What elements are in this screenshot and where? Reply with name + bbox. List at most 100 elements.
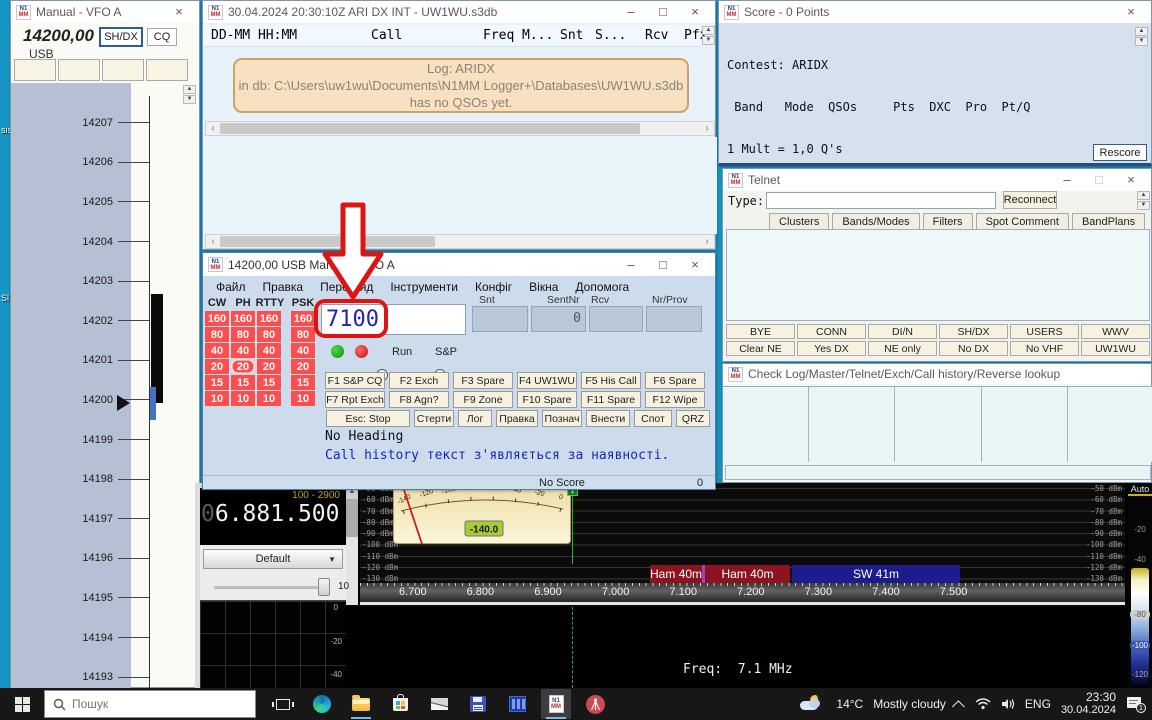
score-spinner[interactable]: ▲▼ bbox=[1135, 27, 1148, 46]
band-button[interactable]: 20 bbox=[205, 359, 229, 374]
file-explorer-icon[interactable] bbox=[346, 689, 376, 719]
rescore-button[interactable]: Rescore bbox=[1093, 144, 1147, 161]
band-button[interactable]: 20 bbox=[291, 359, 315, 374]
bandmap-frequency-row[interactable]: 14203 bbox=[13, 261, 149, 301]
score-titlebar[interactable]: N1MM Score - 0 Points × bbox=[719, 1, 1151, 23]
band-button[interactable]: 10 bbox=[205, 391, 229, 406]
band-button[interactable]: 40 bbox=[257, 343, 281, 358]
band-button[interactable]: 40 bbox=[205, 343, 229, 358]
band-button[interactable]: 15 bbox=[257, 375, 281, 390]
bandmap-frequency-row[interactable]: 14194 bbox=[13, 618, 149, 658]
telnet-buttons-row2[interactable]: Clear NEYes DXNE onlyNo DXNo VHFUW1WU bbox=[726, 341, 1150, 356]
bandmap-frequency-row[interactable]: 14193 bbox=[13, 657, 149, 689]
cq-button[interactable]: CQ bbox=[147, 28, 177, 46]
rcv-field[interactable] bbox=[589, 306, 643, 332]
fkey-button[interactable]: F10 Spare bbox=[517, 391, 577, 408]
sp-label[interactable]: S&P bbox=[435, 346, 457, 358]
profile-dropdown[interactable]: Default ▼ bbox=[203, 549, 343, 569]
edge-browser-icon[interactable] bbox=[307, 689, 337, 719]
slider-handle[interactable] bbox=[318, 578, 330, 596]
log-scrollbar-2[interactable]: ‹ › bbox=[205, 234, 715, 249]
fkey-button[interactable]: F4 UW1WU bbox=[517, 372, 577, 389]
bandmap-frequency-row[interactable]: 14197 bbox=[13, 499, 149, 539]
spectrum-panel[interactable]: -50 dBm-60 dBm-70 dBm-80 dBm-90 dBm-100 … bbox=[360, 483, 1125, 607]
band-button[interactable]: 160 bbox=[205, 311, 229, 326]
menu-file[interactable]: Файл bbox=[216, 280, 246, 294]
bandmap-frequency-row[interactable]: 14201 bbox=[13, 341, 149, 381]
mail-icon[interactable] bbox=[424, 689, 454, 719]
floppy-save-icon[interactable] bbox=[463, 689, 493, 719]
telnet-command-button[interactable]: No VHF bbox=[1010, 341, 1079, 356]
volume-slider[interactable]: 10 bbox=[200, 575, 346, 601]
bandmap-frequency-row[interactable]: 14198 bbox=[13, 459, 149, 499]
blue-grid-app-icon[interactable] bbox=[502, 689, 532, 719]
action-button[interactable]: Познач bbox=[542, 410, 582, 427]
fkeys-row1[interactable]: F1 S&P CQF2 ExchF3 SpareF4 UW1WUF5 His C… bbox=[325, 372, 705, 389]
telnet-tab[interactable]: Spot Comment bbox=[976, 213, 1069, 229]
minimize-icon[interactable]: – bbox=[616, 256, 646, 274]
reconnect-button[interactable]: Reconnect bbox=[1003, 191, 1057, 209]
action-button[interactable]: QRZ bbox=[676, 410, 710, 427]
telnet-buttons-row1[interactable]: BYECONNDI/NSH/DXUSERSWWV bbox=[726, 324, 1150, 339]
log-titlebar[interactable]: N1MM 30.04.2024 20:30:10Z ARI DX INT - U… bbox=[203, 1, 715, 23]
close-icon[interactable]: × bbox=[680, 3, 710, 21]
band-button[interactable]: 10 bbox=[291, 391, 315, 406]
red-indicator[interactable] bbox=[355, 345, 368, 358]
menu-config[interactable]: Конфіг bbox=[475, 280, 512, 294]
telnet-command-button[interactable]: WWV bbox=[1081, 324, 1150, 339]
minimize-icon[interactable]: – bbox=[616, 3, 646, 21]
log-spinner[interactable]: ▲▼ bbox=[702, 26, 715, 45]
action-button[interactable]: Внести bbox=[586, 410, 630, 427]
colorbar-auto[interactable]: Auto bbox=[1128, 483, 1152, 496]
band-button[interactable]: 20 bbox=[231, 359, 255, 374]
weather-icon[interactable] bbox=[800, 695, 826, 713]
entry-menubar[interactable]: Файл Правка Перегляд Інструменти Конфіг … bbox=[203, 277, 715, 297]
fkey-button[interactable]: F11 Spare bbox=[581, 391, 641, 408]
action-center-icon[interactable]: 1 bbox=[1126, 695, 1146, 713]
band-button[interactable]: 15 bbox=[205, 375, 229, 390]
sdr-radio-app-icon[interactable] bbox=[580, 689, 610, 719]
close-icon[interactable]: × bbox=[164, 3, 194, 21]
minimize-icon[interactable]: – bbox=[1052, 171, 1082, 189]
bandmap-frequency-row[interactable]: 14204 bbox=[13, 222, 149, 262]
band-column-rtty[interactable]: 1608040201510 bbox=[257, 311, 281, 406]
col-snt[interactable]: Snt bbox=[560, 28, 583, 43]
log-scrollbar-1[interactable]: ‹ › bbox=[205, 121, 715, 136]
band-button[interactable]: 80 bbox=[257, 327, 281, 342]
band-button[interactable]: 15 bbox=[231, 375, 255, 390]
col-datetime[interactable]: DD-MM HH:MM bbox=[211, 28, 297, 43]
bandmap-frequency-row[interactable]: 14207 bbox=[13, 103, 149, 143]
telnet-command-button[interactable]: Yes DX bbox=[797, 341, 866, 356]
sentnr-field[interactable]: 0 bbox=[531, 306, 586, 332]
log-pane-2[interactable] bbox=[203, 137, 717, 234]
band-column-cw[interactable]: 1608040201510 bbox=[205, 311, 229, 406]
search-input[interactable] bbox=[72, 697, 232, 711]
sdr-frequency-display[interactable]: 100 - 2900 06.881.500 bbox=[200, 488, 346, 545]
taskbar-search[interactable] bbox=[44, 690, 256, 718]
col-s[interactable]: S... bbox=[595, 28, 626, 43]
telnet-command-button[interactable]: NE only bbox=[868, 341, 937, 356]
bandmap-frequency-row[interactable]: 14196 bbox=[13, 539, 149, 579]
action-button[interactable]: Лог bbox=[458, 410, 492, 427]
telnet-command-button[interactable]: No DX bbox=[939, 341, 1008, 356]
waterfall-panel[interactable]: Freq: 7.1 MHz bbox=[360, 607, 1125, 688]
speaker-icon[interactable] bbox=[1001, 698, 1015, 710]
band-button[interactable]: 160 bbox=[231, 311, 255, 326]
fkey-button[interactable]: F9 Zone bbox=[453, 391, 513, 408]
green-indicator[interactable] bbox=[331, 345, 344, 358]
tray-temperature[interactable]: 14°C bbox=[836, 697, 863, 711]
fkey-button[interactable]: F12 Wipe bbox=[645, 391, 705, 408]
vfo-box-4[interactable] bbox=[146, 59, 188, 81]
band-button[interactable]: 10 bbox=[231, 391, 255, 406]
snt-field[interactable] bbox=[472, 306, 528, 332]
vfo-box-3[interactable] bbox=[102, 59, 144, 81]
checklog-panes[interactable] bbox=[723, 386, 1152, 462]
close-icon[interactable]: × bbox=[1116, 3, 1146, 21]
action-button[interactable]: Правка bbox=[496, 410, 538, 427]
fkey-button[interactable]: F5 His Call bbox=[581, 372, 641, 389]
bandmap-frequency-row[interactable]: 14199 bbox=[13, 420, 149, 460]
shdx-button[interactable]: SH/DX bbox=[99, 27, 143, 47]
action-button[interactable]: Спот bbox=[634, 410, 672, 427]
col-call[interactable]: Call bbox=[371, 28, 402, 43]
bandmap-spinner[interactable]: ▲▼ bbox=[183, 85, 196, 104]
